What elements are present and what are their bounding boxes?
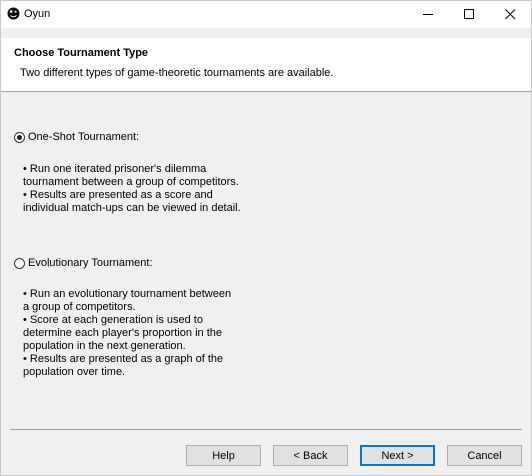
radio-checked-icon[interactable] — [14, 131, 25, 143]
evolutionary-tournament-radio[interactable]: Evolutionary Tournament: — [14, 257, 153, 269]
description-line: • Results are presented as a graph of th… — [23, 353, 224, 365]
title-bar[interactable]: Oyun — [1, 1, 531, 28]
evolutionary-tournament-label[interactable]: Evolutionary Tournament: — [28, 257, 153, 269]
description-line: • Run an evolutionary tournament between — [23, 288, 232, 300]
one-shot-tournament-label[interactable]: One-Shot Tournament: — [28, 131, 139, 143]
description-line: population in the next generation. — [23, 340, 186, 352]
footer-separator — [10, 429, 522, 430]
description-line: a group of competitors. — [23, 301, 136, 313]
evolutionary-tournament-description: • Run an evolutionary tournament between… — [23, 288, 283, 379]
description-line: • Score at each generation is used to — [23, 314, 203, 326]
maximize-icon — [464, 9, 474, 19]
description-line: • Results are presented as a score and — [23, 189, 213, 201]
minimize-icon — [423, 14, 433, 15]
one-shot-tournament-radio[interactable]: One-Shot Tournament: — [14, 131, 139, 143]
description-line: determine each player's proportion in th… — [23, 327, 222, 339]
cancel-button[interactable]: Cancel — [447, 445, 522, 466]
one-shot-tournament-description: • Run one iterated prisoner's dilemma to… — [23, 163, 283, 215]
app-ball-icon — [7, 7, 20, 20]
minimize-button[interactable] — [411, 1, 446, 28]
page-title: Choose Tournament Type — [14, 47, 149, 59]
description-line: individual match-ups can be viewed in de… — [23, 202, 241, 214]
radio-unchecked-icon[interactable] — [14, 257, 25, 269]
description-line: tournament between a group of competitor… — [23, 176, 239, 188]
back-button[interactable]: < Back — [273, 445, 348, 466]
close-icon — [505, 9, 516, 20]
close-button[interactable] — [493, 1, 528, 28]
maximize-button[interactable] — [452, 1, 487, 28]
next-button[interactable]: Next > — [360, 445, 435, 466]
wizard-window: Oyun Choose Tournament Type Two differen… — [0, 0, 532, 476]
wizard-header: Choose Tournament Type Two different typ… — [1, 38, 531, 92]
page-description: Two different types of game-theoretic to… — [20, 67, 334, 79]
description-line: • Run one iterated prisoner's dilemma — [23, 163, 207, 175]
help-button[interactable]: Help — [186, 445, 261, 466]
window-title: Oyun — [24, 8, 51, 20]
description-line: population over time. — [23, 366, 126, 378]
